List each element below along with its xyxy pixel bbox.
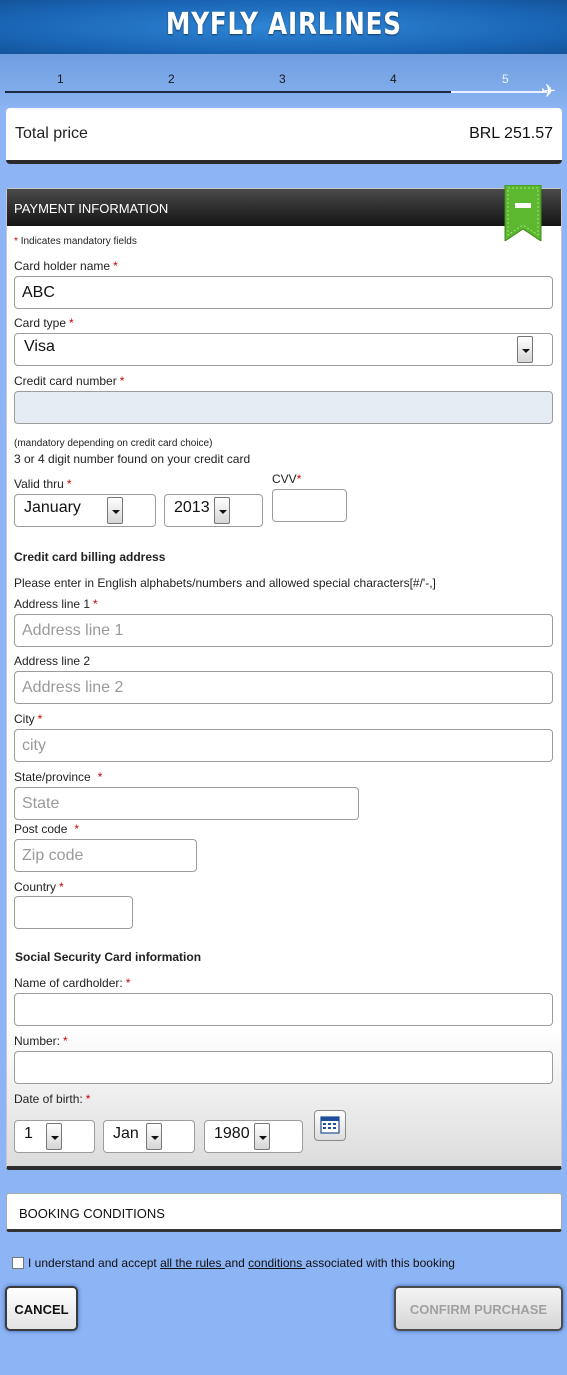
app-header: MYFLY AIRLINES [0, 0, 567, 54]
step-5: 5 [502, 72, 509, 86]
country-input[interactable] [14, 896, 133, 929]
calendar-icon [320, 1116, 340, 1134]
accept-terms-checkbox[interactable] [12, 1257, 24, 1269]
valid-year-value: 2013 [174, 499, 210, 516]
chevron-down-icon[interactable] [214, 497, 230, 524]
accept-terms-row: I understand and accept all the rules an… [12, 1256, 455, 1270]
ssc-number-label: Number: * [14, 1034, 68, 1048]
chevron-down-icon[interactable] [107, 497, 123, 524]
step-2: 2 [168, 72, 175, 86]
rules-link[interactable]: all the rules [160, 1256, 225, 1270]
dob-year-value: 1980 [214, 1125, 250, 1142]
ssc-name-label: Name of cardholder: * [14, 976, 131, 990]
billing-instructions: Please enter in English alphabets/number… [14, 576, 436, 590]
ssc-section-title: Social Security Card information [15, 950, 202, 964]
dob-day-value: 1 [24, 1125, 33, 1142]
postcode-label: Post code * [14, 822, 80, 836]
card-type-select[interactable]: Visa [14, 333, 553, 366]
chevron-down-icon[interactable] [46, 1123, 62, 1150]
mandatory-note: * Indicates mandatory fields [14, 236, 137, 247]
dob-year-select[interactable]: 1980 [204, 1120, 303, 1153]
chevron-down-icon[interactable] [517, 336, 533, 363]
collapse-ribbon-icon[interactable] [503, 185, 543, 241]
chevron-down-icon[interactable] [254, 1123, 270, 1150]
cvv-hint: 3 or 4 digit number found on your credit… [14, 452, 251, 466]
dob-month-select[interactable]: Jan [103, 1120, 195, 1153]
dob-day-select[interactable]: 1 [14, 1120, 95, 1153]
payment-panel-header[interactable]: PAYMENT INFORMATION [7, 189, 561, 226]
step-4: 4 [390, 72, 397, 86]
progress-bar-complete [5, 91, 451, 93]
city-label: City * [14, 712, 43, 726]
valid-thru-label: Valid thru * [14, 477, 72, 491]
card-number-input[interactable] [14, 391, 553, 424]
payment-panel: PAYMENT INFORMATION * Indicates mandator… [6, 185, 562, 1170]
total-price-value: BRL 251.57 [469, 125, 553, 142]
airplane-icon: ✈ [541, 81, 557, 101]
city-input[interactable]: city [14, 729, 553, 762]
booking-conditions-bar[interactable]: BOOKING CONDITIONS [6, 1193, 562, 1232]
card-holder-input[interactable]: ABC [14, 276, 553, 309]
address2-input[interactable]: Address line 2 [14, 671, 553, 704]
step-indicator: 1 2 3 4 5 [0, 54, 567, 106]
booking-conditions-label: BOOKING CONDITIONS [19, 1206, 165, 1221]
dob-label: Date of birth: * [14, 1092, 91, 1106]
card-type-value: Visa [24, 338, 55, 355]
step-3: 3 [279, 72, 286, 86]
confirm-purchase-button[interactable]: CONFIRM PURCHASE [394, 1286, 563, 1331]
state-label: State/province * [14, 770, 103, 784]
billing-section-title: Credit card billing address [14, 550, 166, 564]
cvv-mandatory-note: (mandatory depending on credit card choi… [14, 438, 213, 449]
dob-month-value: Jan [113, 1125, 139, 1142]
payment-panel-title: PAYMENT INFORMATION [14, 201, 169, 216]
cvv-input[interactable] [272, 489, 347, 522]
valid-month-select[interactable]: January [14, 494, 156, 527]
cancel-button[interactable]: CANCEL [5, 1286, 78, 1331]
chevron-down-icon[interactable] [146, 1123, 162, 1150]
valid-month-value: January [24, 499, 81, 516]
country-label: Country * [14, 880, 64, 894]
step-1: 1 [57, 72, 64, 86]
postcode-input[interactable]: Zip code [14, 839, 197, 872]
cvv-label: CVV* [272, 472, 302, 486]
total-price-box: Total price BRL 251.57 [6, 108, 562, 164]
calendar-button[interactable] [314, 1110, 346, 1141]
ssc-name-input[interactable] [14, 993, 553, 1026]
state-input[interactable]: State [14, 787, 359, 820]
app-title: MYFLY AIRLINES [165, 7, 402, 42]
ssc-number-input[interactable] [14, 1051, 553, 1084]
address1-label: Address line 1 * [14, 597, 98, 611]
address2-label: Address line 2 [14, 654, 91, 668]
progress-bar-remaining [451, 91, 547, 93]
address1-input[interactable]: Address line 1 [14, 614, 553, 647]
card-holder-label: Card holder name * [14, 259, 118, 273]
card-type-label: Card type * [14, 316, 74, 330]
conditions-link[interactable]: conditions [248, 1256, 305, 1270]
valid-year-select[interactable]: 2013 [164, 494, 263, 527]
card-number-label: Credit card number * [14, 374, 125, 388]
total-price-label: Total price [15, 125, 88, 142]
